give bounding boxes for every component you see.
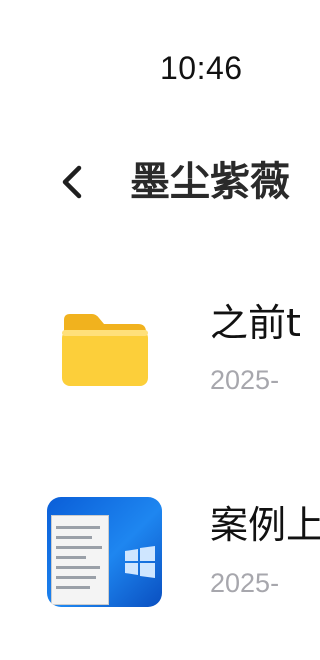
list-item-date: 2025- (210, 568, 280, 598)
list-item-date: 2025- (210, 365, 280, 395)
page-title: 墨尘紫薇 (130, 159, 290, 205)
list-item-title: 之前𝗍 (210, 301, 301, 345)
header: 墨尘紫薇 (0, 150, 300, 214)
back-button[interactable] (50, 156, 94, 208)
chevron-left-icon (62, 165, 82, 199)
folder-icon (62, 314, 148, 386)
list-item-title: 案例上 (210, 503, 320, 547)
list-item-folder[interactable]: 之前𝗍 2025- (0, 270, 301, 440)
image-thumbnail (47, 497, 162, 607)
windows-logo-icon (125, 546, 155, 578)
list-item-image[interactable]: 案例上 2025- (0, 490, 320, 660)
status-bar-time: 10:46 (160, 50, 243, 86)
